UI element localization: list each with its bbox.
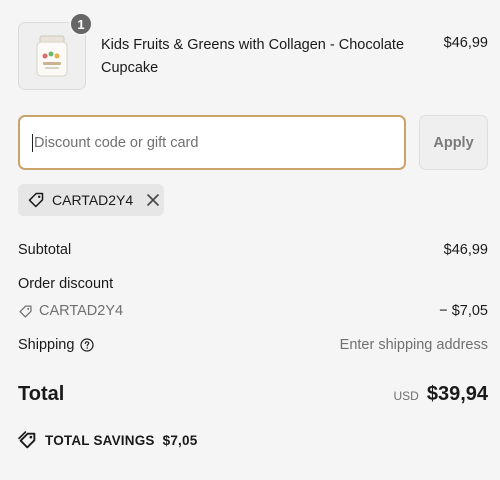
applied-code: CARTAD2Y4 bbox=[52, 192, 134, 208]
shipping-row: Shipping Enter shipping address bbox=[18, 337, 488, 353]
discount-code-line: CARTAD2Y4 bbox=[18, 303, 123, 319]
cart-line-item: 1 Kids Fruits & Greens with Collagen - C… bbox=[18, 12, 488, 90]
tag-icon bbox=[19, 304, 32, 318]
shipping-label-group: Shipping bbox=[18, 337, 95, 353]
order-discount-label: Order discount bbox=[18, 276, 114, 292]
total-label: Total bbox=[18, 383, 65, 405]
currency-code: USD bbox=[393, 389, 419, 403]
quantity-badge: 1 bbox=[69, 12, 93, 36]
tag-icon bbox=[18, 431, 36, 449]
shipping-value: Enter shipping address bbox=[339, 337, 488, 353]
savings-label: TOTAL SAVINGS bbox=[45, 433, 155, 448]
apply-button[interactable]: Apply bbox=[419, 115, 488, 170]
total-amount: $39,94 bbox=[426, 383, 488, 405]
order-discount-row: Order discount bbox=[18, 276, 488, 292]
subtotal-row: Subtotal $46,99 bbox=[18, 242, 488, 258]
discount-code-text: CARTAD2Y4 bbox=[39, 303, 124, 319]
shipping-label: Shipping bbox=[18, 337, 75, 353]
discount-amount: − $7,05 bbox=[439, 303, 488, 319]
product-price: $46,99 bbox=[443, 35, 488, 51]
text-caret bbox=[32, 133, 33, 152]
product-name: Kids Fruits & Greens with Collagen - Cho… bbox=[101, 37, 405, 76]
total-savings: TOTAL SAVINGS $7,05 bbox=[18, 431, 197, 450]
discount-code-row: CARTAD2Y4 − $7,05 bbox=[18, 303, 488, 319]
product-jar-icon bbox=[36, 35, 68, 77]
tag-icon bbox=[28, 192, 44, 208]
discount-placeholder: Discount code or gift card bbox=[34, 134, 199, 151]
help-icon[interactable] bbox=[80, 338, 95, 352]
subtotal-value: $46,99 bbox=[443, 242, 488, 258]
discount-code-input[interactable]: Discount code or gift card bbox=[18, 115, 406, 170]
total-amount-group: USD $39,94 bbox=[393, 383, 488, 406]
remove-discount-button[interactable] bbox=[146, 193, 160, 207]
applied-discount-chip: CARTAD2Y4 bbox=[18, 184, 164, 216]
subtotal-label: Subtotal bbox=[18, 242, 72, 258]
total-row: Total USD $39,94 bbox=[18, 383, 488, 406]
close-icon bbox=[147, 194, 159, 206]
savings-value: $7,05 bbox=[162, 433, 198, 448]
